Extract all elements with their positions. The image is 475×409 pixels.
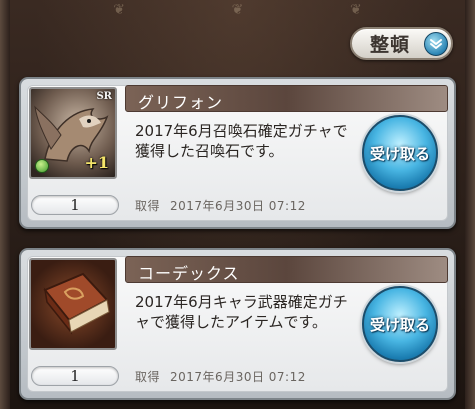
item-description: 2017年6月キャラ武器確定ガチャで獲得したアイテムです。 [135, 293, 348, 331]
sort-button-label: 整頓 [370, 34, 411, 56]
item-name: グリフォン [138, 93, 224, 112]
item-title-bar: グリフォン [125, 85, 448, 112]
acquired-date: 2017年6月30日 07:12 [170, 199, 306, 213]
codex-book-icon [29, 258, 117, 350]
frame-right-edge [465, 0, 475, 409]
claim-button[interactable]: 受け取る [362, 115, 438, 191]
frame-left-edge [0, 0, 10, 409]
claim-button[interactable]: 受け取る [362, 286, 438, 362]
item-quantity: 1 [31, 366, 119, 386]
item-quantity: 1 [31, 195, 119, 215]
wind-element-icon [35, 159, 49, 173]
griffon-summon-icon: SR +1 [29, 87, 117, 179]
sort-button[interactable]: 整頓 [350, 27, 453, 60]
acquired-label: 取得 [135, 199, 161, 213]
gift-item-card: SR +1 グリフォン 2017年6月召喚石確定ガチャで獲得した召喚石です。 1… [19, 77, 456, 229]
rarity-badge: SR [96, 91, 112, 102]
chevron-down-icon [424, 32, 448, 56]
item-title-bar: コーデックス [125, 256, 448, 283]
uncap-label: +1 [84, 153, 109, 172]
acquired-label: 取得 [135, 370, 161, 384]
top-ornament: ❦ ❦ ❦ [113, 2, 362, 18]
claim-button-label: 受け取る [369, 315, 430, 334]
gift-item-card: コーデックス 2017年6月キャラ武器確定ガチャで獲得したアイテムです。 1 取… [19, 248, 456, 400]
item-description: 2017年6月召喚石確定ガチャで獲得した召喚石です。 [135, 122, 348, 160]
acquired-info: 取得 2017年6月30日 07:12 [135, 197, 306, 214]
acquired-info: 取得 2017年6月30日 07:12 [135, 368, 306, 385]
claim-button-label: 受け取る [369, 144, 430, 163]
acquired-date: 2017年6月30日 07:12 [170, 370, 306, 384]
item-name: コーデックス [138, 264, 240, 283]
